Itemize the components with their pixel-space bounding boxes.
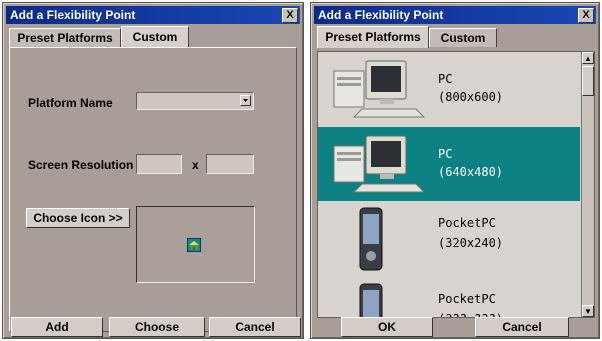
custom-panel: Platform Name Screen Resolution x Choose…: [9, 47, 297, 332]
platform-name: PC: [438, 147, 453, 161]
desktop-pc-icon: [333, 135, 426, 193]
dropdown-arrow-button[interactable]: [240, 95, 251, 106]
platform-name: PocketPC: [438, 292, 496, 306]
platform-resolution: (640x480): [438, 165, 504, 179]
resolution-width-field[interactable]: [136, 154, 182, 174]
house-icon: [187, 238, 201, 252]
dialog-title: Add a Flexibility Point: [318, 8, 444, 22]
tab-preset-platforms[interactable]: Preset Platforms: [317, 26, 429, 48]
platform-name-label: Platform Name: [28, 96, 113, 110]
icon-preview-box: [136, 206, 255, 283]
add-button[interactable]: Add: [11, 317, 103, 337]
close-button[interactable]: X: [578, 8, 594, 23]
platform-list-item[interactable]: PocketPC (320x240): [318, 204, 580, 278]
close-button[interactable]: X: [282, 8, 298, 23]
scroll-up-arrow-icon[interactable]: ▲: [582, 52, 594, 64]
platform-name: PC: [438, 72, 453, 86]
resolution-x-separator: x: [192, 158, 199, 172]
platform-name-select[interactable]: [136, 92, 254, 110]
choose-icon-button[interactable]: Choose Icon >>: [26, 208, 130, 228]
add-flex-point-dialog-custom: Add a Flexibility Point X Preset Platfor…: [2, 2, 304, 339]
platform-list-item-selected[interactable]: PC (640x480): [318, 127, 580, 201]
vertical-scrollbar[interactable]: ▲ ▼: [581, 52, 594, 317]
resolution-height-field[interactable]: [206, 154, 254, 174]
platform-list[interactable]: PC (800x600) PC (640x480) PocketPC (320x…: [317, 51, 595, 318]
scroll-down-arrow-icon[interactable]: ▼: [582, 305, 594, 317]
desktop-pc-icon: [333, 60, 426, 118]
pocketpc-icon: [359, 283, 383, 317]
chevron-down-icon: [243, 99, 248, 102]
tab-custom[interactable]: Custom: [121, 26, 189, 48]
title-bar: Add a Flexibility Point X: [314, 6, 596, 24]
add-flex-point-dialog-presets: Add a Flexibility Point X Preset Platfor…: [310, 2, 600, 339]
platform-list-item[interactable]: PocketPC (??? ???): [318, 280, 580, 317]
cancel-button[interactable]: Cancel: [475, 317, 569, 337]
platform-resolution: (800x600): [438, 90, 504, 104]
platform-name: PocketPC: [438, 216, 496, 230]
pocketpc-icon: [359, 207, 383, 271]
title-bar: Add a Flexibility Point X: [6, 6, 300, 24]
tab-preset-platforms[interactable]: Preset Platforms: [9, 28, 121, 47]
tab-custom[interactable]: Custom: [429, 28, 497, 47]
dialog-title: Add a Flexibility Point: [10, 8, 136, 22]
cancel-button[interactable]: Cancel: [209, 317, 301, 337]
scrollbar-thumb[interactable]: [582, 66, 594, 96]
screen-resolution-label: Screen Resolution: [28, 158, 134, 172]
platform-list-item[interactable]: PC (800x600): [318, 52, 580, 126]
choose-button[interactable]: Choose: [109, 317, 205, 337]
platform-resolution: (320x240): [438, 236, 504, 250]
ok-button[interactable]: OK: [341, 317, 433, 337]
